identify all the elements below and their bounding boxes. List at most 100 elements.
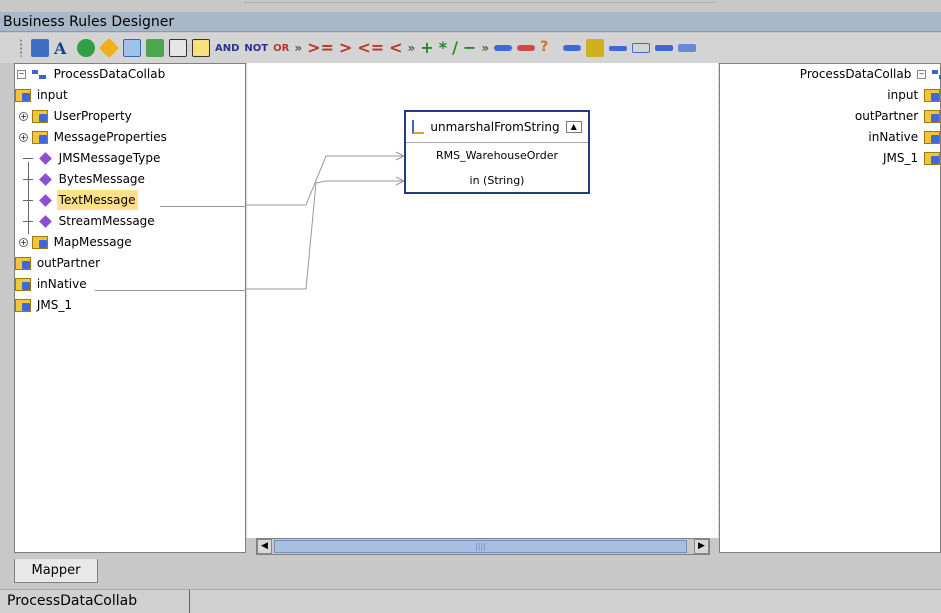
tree-item-label: MessageProperties	[53, 130, 167, 144]
window-title: Business Rules Designer	[0, 12, 941, 32]
tree-item-mapmessage[interactable]: + MapMessage	[19, 232, 134, 252]
chain-icon[interactable]	[517, 45, 536, 51]
tree-item-label: StreamMessage	[58, 214, 155, 228]
tree-item-label: UserProperty	[53, 109, 132, 123]
mapping-link-line	[95, 290, 246, 291]
tree-root-label: ProcessDataCollab	[799, 67, 912, 81]
divide-button[interactable]: /	[452, 39, 458, 57]
more-button-3[interactable]: »	[481, 39, 489, 57]
tree-item-label: JMS_1	[36, 298, 72, 312]
and-button[interactable]: AND	[215, 43, 239, 54]
collapse-box-icon[interactable]: ▲	[565, 121, 582, 133]
folder-icon	[15, 299, 31, 312]
tree-item-textmessage[interactable]: TextMessage	[23, 190, 138, 210]
method-box[interactable]: unmarshalFromString ▲ RMS_WarehouseOrder…	[404, 110, 590, 194]
scroll-right-button[interactable]: ▶	[694, 539, 709, 554]
subtract-button[interactable]: −	[463, 39, 476, 57]
method-title: unmarshalFromString	[430, 120, 560, 134]
shape-icon[interactable]	[98, 37, 120, 59]
more-button[interactable]: »	[294, 39, 302, 57]
tree-guide-line	[28, 162, 29, 234]
tree-item-input[interactable]: input	[15, 85, 70, 105]
tree-item-innative[interactable]: inNative	[866, 127, 940, 147]
tree-item-label: input	[887, 88, 919, 102]
attribute-icon	[38, 194, 52, 207]
help-icon[interactable]: ?	[540, 39, 558, 57]
tree-item-label: BytesMessage	[58, 172, 145, 186]
folder-icon	[31, 236, 48, 249]
grid-icon[interactable]	[123, 39, 141, 57]
method-param[interactable]: RMS_WarehouseOrder	[406, 143, 588, 168]
tree-item-input[interactable]: input	[885, 85, 940, 105]
tree-item-jms1[interactable]: JMS_1	[15, 295, 74, 315]
align-icon[interactable]	[678, 44, 697, 52]
toolbar: A AND NOT OR » >= > <= < » + * / − » ?	[0, 33, 941, 63]
method-icon	[38, 215, 52, 228]
join-icon[interactable]	[655, 45, 674, 51]
scroll-thumb[interactable]: ||||	[274, 540, 687, 553]
connect-icon[interactable]	[563, 45, 582, 51]
tree-item-userproperty[interactable]: + UserProperty	[19, 106, 134, 126]
tree-item-jms1[interactable]: JMS_1	[881, 148, 940, 168]
not-button[interactable]: NOT	[244, 43, 268, 54]
tree-item-innative[interactable]: inNative	[15, 274, 89, 294]
expand-icon[interactable]: +	[19, 133, 28, 142]
method-header: unmarshalFromString ▲	[406, 112, 588, 143]
or-button[interactable]: OR	[273, 43, 289, 54]
tree-item-label: TextMessage	[56, 190, 138, 210]
mapping-link-line	[160, 206, 246, 207]
tree-item-bytesmessage[interactable]: BytesMessage	[23, 169, 147, 189]
scroll-left-button[interactable]: ◀	[257, 539, 272, 554]
tree-root-row[interactable]: − ProcessDataCollab	[17, 64, 167, 84]
tree-structure-icon	[930, 69, 941, 80]
window-icon[interactable]	[192, 39, 210, 57]
more-button-2[interactable]: »	[408, 39, 416, 57]
top-dotted-divider	[245, 2, 715, 7]
link-icon[interactable]	[494, 45, 513, 51]
tab-mapper[interactable]: Mapper	[14, 559, 98, 583]
tree-item-outpartner[interactable]: outPartner	[15, 253, 102, 273]
attribute-icon	[38, 173, 52, 186]
attribute-icon	[38, 152, 52, 165]
tree-root-row[interactable]: ProcessDataCollab −	[798, 64, 941, 84]
folder-icon	[15, 278, 31, 291]
tree-item-label: outPartner	[36, 256, 101, 270]
tree-item-messageproperties[interactable]: + MessageProperties	[19, 127, 169, 147]
tree-root-label: ProcessDataCollab	[53, 67, 166, 81]
form-icon[interactable]	[169, 39, 187, 57]
less-than-button[interactable]: <	[389, 39, 402, 57]
folder-icon	[31, 131, 48, 144]
greater-than-button[interactable]: >	[339, 39, 352, 57]
collapse-icon[interactable]: −	[17, 70, 26, 79]
tree-item-jmsmessagetype[interactable]: JMSMessageType	[23, 148, 162, 168]
less-equal-button[interactable]: <=	[357, 39, 384, 57]
tree-item-label: input	[36, 88, 68, 102]
tab-processdatacollab[interactable]: ProcessDataCollab	[0, 590, 190, 613]
refresh-icon[interactable]	[77, 39, 95, 57]
tree-structure-icon	[30, 69, 48, 80]
tree-item-streammessage[interactable]: StreamMessage	[23, 211, 157, 231]
drag-handle-icon[interactable]	[20, 39, 26, 57]
tree-view-icon[interactable]	[31, 39, 49, 57]
folder-icon	[15, 257, 31, 270]
folder-icon	[924, 131, 940, 144]
method-param[interactable]: in (String)	[406, 168, 588, 193]
expand-icon[interactable]: +	[19, 238, 28, 247]
add-button[interactable]: +	[420, 39, 433, 57]
greater-equal-button[interactable]: >=	[307, 39, 334, 57]
canvas-horizontal-scrollbar[interactable]: ◀ |||| ▶	[256, 538, 710, 555]
tree-item-outpartner[interactable]: outPartner	[853, 106, 940, 126]
font-icon[interactable]: A	[54, 39, 72, 58]
multiply-button[interactable]: *	[439, 39, 447, 57]
split-icon[interactable]	[609, 45, 628, 51]
tree-item-label: outPartner	[854, 109, 919, 123]
target-tree-panel: ProcessDataCollab − input outPartner inN…	[719, 63, 941, 553]
expand-icon[interactable]: +	[19, 112, 28, 121]
merge-icon[interactable]	[586, 39, 605, 57]
folder-icon	[924, 110, 940, 123]
tree-connector	[23, 158, 33, 159]
folder-icon	[924, 89, 940, 102]
collapse-icon[interactable]: −	[917, 70, 927, 79]
bracket-icon[interactable]	[632, 43, 651, 53]
layout-icon[interactable]	[146, 39, 164, 57]
